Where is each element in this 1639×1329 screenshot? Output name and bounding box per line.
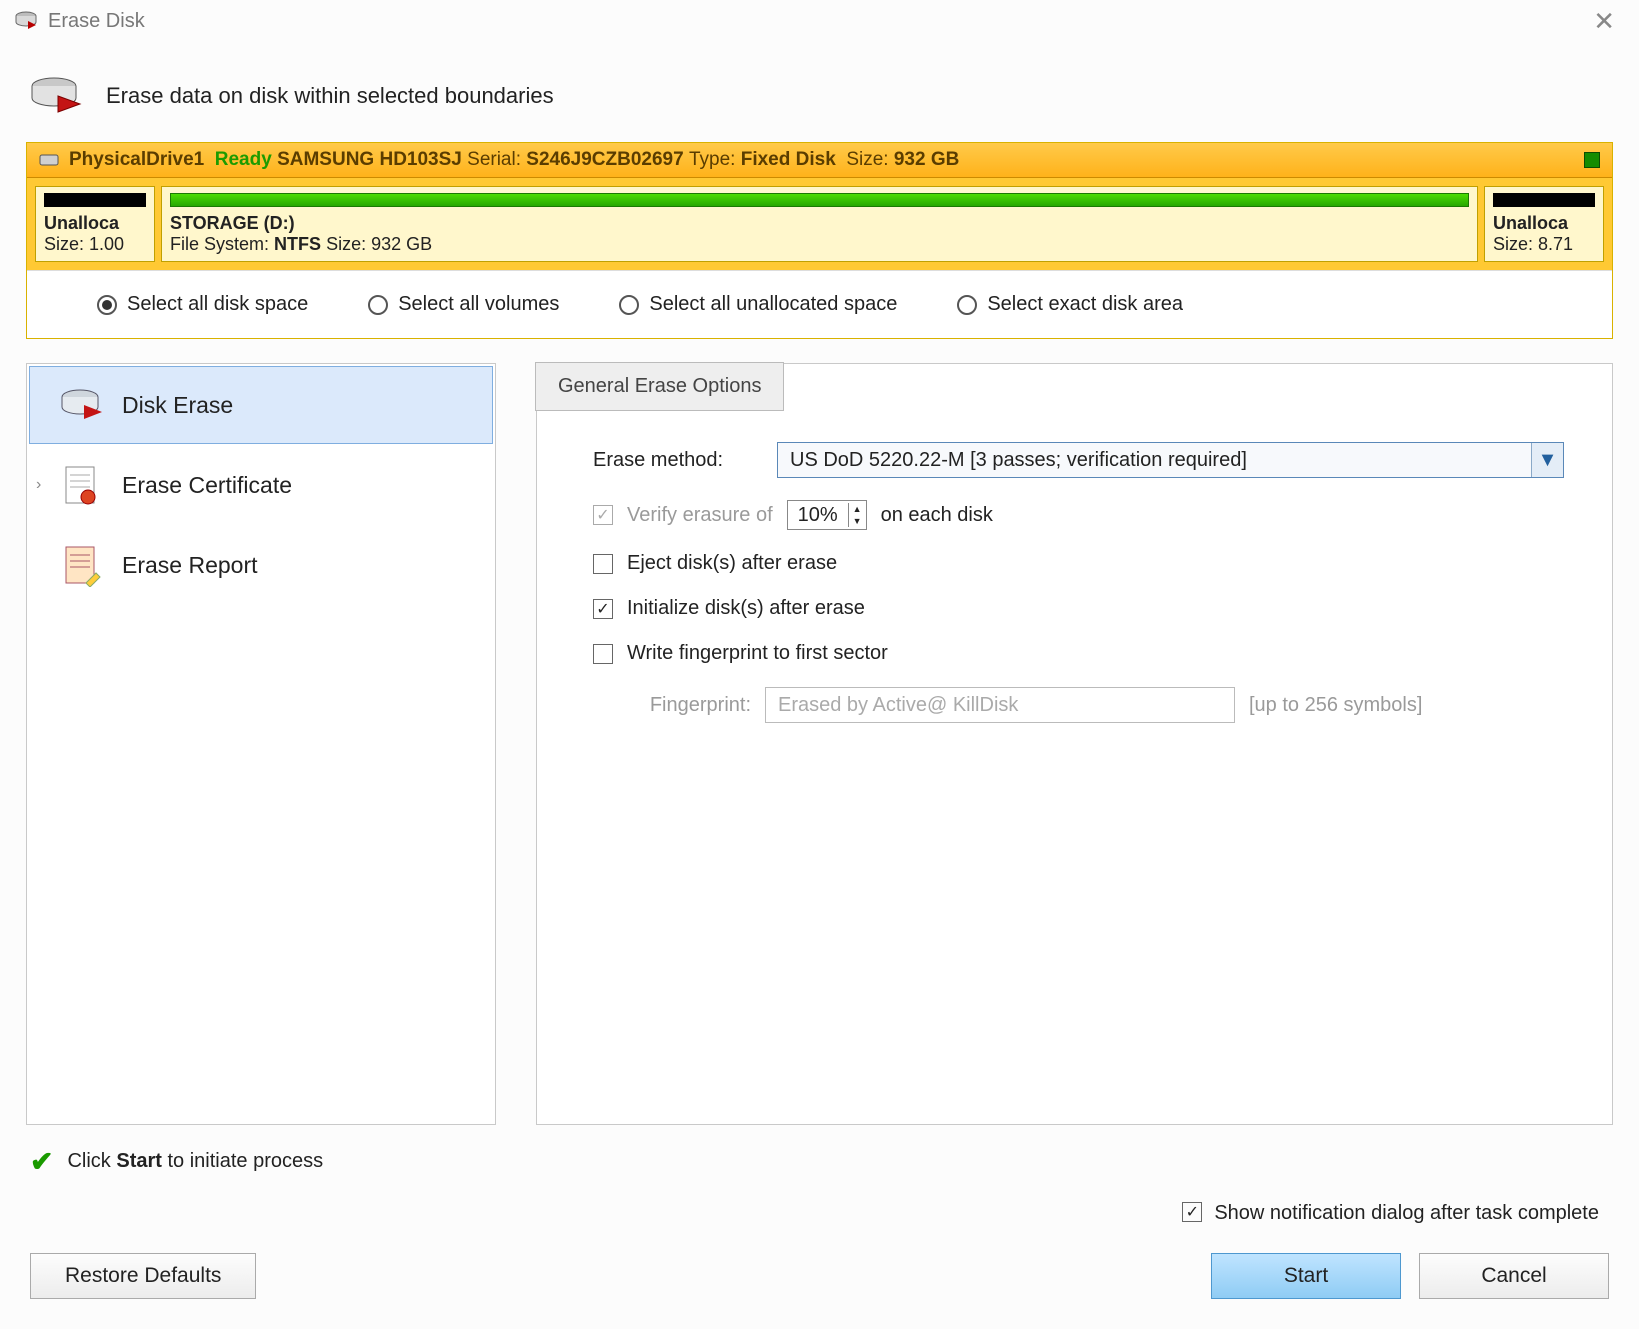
eject-label: Eject disk(s) after erase bbox=[627, 552, 837, 575]
sidebar-item-label: Disk Erase bbox=[122, 392, 233, 419]
disk-erase-large-icon bbox=[28, 72, 84, 120]
row-erase-method: Erase method: US DoD 5220.22-M [3 passes… bbox=[593, 442, 1564, 478]
verify-percent-value: 10% bbox=[788, 504, 848, 527]
chevron-right-icon: › bbox=[36, 476, 41, 494]
drive-size: 932 GB bbox=[894, 149, 959, 171]
report-icon bbox=[58, 543, 106, 587]
drive-status: Ready bbox=[215, 149, 272, 171]
spinner-buttons: ▲▼ bbox=[848, 503, 866, 527]
sidebar: Disk Erase › Erase Certificate Erase Rep… bbox=[26, 363, 496, 1125]
close-button[interactable]: ✕ bbox=[1583, 2, 1625, 41]
cancel-button[interactable]: Cancel bbox=[1419, 1253, 1609, 1299]
partition-name: Unalloca bbox=[44, 213, 146, 234]
notify-checkbox[interactable]: ✓ bbox=[1182, 1202, 1202, 1222]
erase-disk-dialog: Erase Disk ✕ Erase data on disk within s… bbox=[0, 0, 1639, 1329]
drive-indicator-icon bbox=[1584, 152, 1600, 168]
mid-area: Disk Erase › Erase Certificate Erase Rep… bbox=[0, 339, 1639, 1125]
partition-bar bbox=[170, 193, 1469, 207]
chevron-down-icon: ▼ bbox=[1531, 443, 1563, 477]
partition-size: Size: 1.00 bbox=[44, 234, 146, 255]
partition-size: Size: 8.71 bbox=[1493, 234, 1595, 255]
sidebar-item-label: Erase Report bbox=[122, 552, 258, 579]
radio-all-disk-space[interactable]: Select all disk space bbox=[97, 293, 308, 316]
subtitle-text: Erase data on disk within selected bound… bbox=[106, 83, 554, 109]
serial-label: Serial: bbox=[467, 149, 521, 171]
partition-name: STORAGE (D:) bbox=[170, 213, 1469, 234]
restore-defaults-button[interactable]: Restore Defaults bbox=[30, 1253, 256, 1299]
drive-name: PhysicalDrive1 bbox=[69, 149, 204, 171]
disk-icon bbox=[39, 152, 59, 168]
verify-tail: on each disk bbox=[881, 504, 993, 527]
notify-row: ✓ Show notification dialog after task co… bbox=[0, 1198, 1639, 1243]
partition-storage-d[interactable]: STORAGE (D:) File System: NTFS Size: 932… bbox=[161, 186, 1478, 262]
notify-label: Show notification dialog after task comp… bbox=[1214, 1202, 1599, 1225]
drive-serial: S246J9CZB02697 bbox=[526, 149, 683, 171]
verify-percent-spinner[interactable]: 10% ▲▼ bbox=[787, 500, 867, 530]
sidebar-item-disk-erase[interactable]: Disk Erase bbox=[29, 366, 493, 444]
partition-bar bbox=[1493, 193, 1595, 207]
tab-general-erase-options[interactable]: General Erase Options bbox=[535, 362, 784, 411]
size-label: Size: bbox=[846, 149, 888, 171]
sidebar-item-erase-report[interactable]: Erase Report bbox=[29, 526, 493, 604]
fingerprint-input[interactable]: Erased by Active@ KillDisk bbox=[765, 687, 1235, 723]
certificate-icon bbox=[58, 463, 106, 507]
radio-icon bbox=[368, 295, 388, 315]
radio-all-unallocated[interactable]: Select all unallocated space bbox=[619, 293, 897, 316]
partition-map: Unalloca Size: 1.00 STORAGE (D:) File Sy… bbox=[27, 178, 1612, 270]
start-hint: ✔ Click Start to initiate process bbox=[0, 1125, 1639, 1198]
disk-erase-icon bbox=[58, 383, 106, 427]
hint-text: Click Start to initiate process bbox=[67, 1150, 323, 1173]
row-fingerprint-text: Fingerprint: Erased by Active@ KillDisk … bbox=[621, 687, 1564, 723]
verify-label: Verify erasure of bbox=[627, 504, 773, 527]
fingerprint-label: Write fingerprint to first sector bbox=[627, 642, 888, 665]
partition-bar bbox=[44, 193, 146, 207]
window-title: Erase Disk bbox=[48, 10, 145, 33]
options-body: Erase method: US DoD 5220.22-M [3 passes… bbox=[537, 364, 1612, 775]
drive-header: PhysicalDrive1 Ready SAMSUNG HD103SJ Ser… bbox=[27, 143, 1612, 178]
initialize-checkbox[interactable]: ✓ bbox=[593, 599, 613, 619]
options-panel: General Erase Options Erase method: US D… bbox=[536, 363, 1613, 1125]
start-button[interactable]: Start bbox=[1211, 1253, 1401, 1299]
drive-panel: PhysicalDrive1 Ready SAMSUNG HD103SJ Ser… bbox=[26, 142, 1613, 339]
radio-icon bbox=[957, 295, 977, 315]
row-fingerprint: Write fingerprint to first sector bbox=[593, 642, 1564, 665]
selection-mode-row: Select all disk space Select all volumes… bbox=[27, 270, 1612, 338]
eject-checkbox[interactable] bbox=[593, 554, 613, 574]
initialize-label: Initialize disk(s) after erase bbox=[627, 597, 865, 620]
type-label: Type: bbox=[689, 149, 735, 171]
radio-icon bbox=[619, 295, 639, 315]
disk-erase-icon bbox=[14, 9, 38, 33]
fingerprint-field-label: Fingerprint: bbox=[621, 694, 751, 717]
verify-checkbox: ✓ bbox=[593, 505, 613, 525]
fingerprint-hint: [up to 256 symbols] bbox=[1249, 694, 1422, 717]
partition-details: File System: NTFS Size: 932 GB bbox=[170, 234, 1469, 255]
subtitle-row: Erase data on disk within selected bound… bbox=[0, 42, 1639, 142]
sidebar-item-label: Erase Certificate bbox=[122, 472, 292, 499]
erase-method-select[interactable]: US DoD 5220.22-M [3 passes; verification… bbox=[777, 442, 1564, 478]
row-eject: Eject disk(s) after erase bbox=[593, 552, 1564, 575]
radio-all-volumes[interactable]: Select all volumes bbox=[368, 293, 559, 316]
drive-type: Fixed Disk bbox=[741, 149, 836, 171]
radio-exact-area[interactable]: Select exact disk area bbox=[957, 293, 1183, 316]
sidebar-item-erase-certificate[interactable]: › Erase Certificate bbox=[29, 446, 493, 524]
erase-method-value: US DoD 5220.22-M [3 passes; verification… bbox=[778, 449, 1531, 472]
button-row: Restore Defaults Start Cancel bbox=[0, 1243, 1639, 1329]
row-verify-erasure: ✓ Verify erasure of 10% ▲▼ on each disk bbox=[593, 500, 1564, 530]
partition-unallocated-2[interactable]: Unalloca Size: 8.71 bbox=[1484, 186, 1604, 262]
checkmark-icon: ✔ bbox=[30, 1145, 53, 1178]
fingerprint-checkbox[interactable] bbox=[593, 644, 613, 664]
titlebar: Erase Disk ✕ bbox=[0, 0, 1639, 42]
partition-name: Unalloca bbox=[1493, 213, 1595, 234]
row-initialize: ✓ Initialize disk(s) after erase bbox=[593, 597, 1564, 620]
erase-method-label: Erase method: bbox=[593, 449, 763, 472]
drive-model: SAMSUNG HD103SJ bbox=[277, 149, 462, 171]
radio-icon bbox=[97, 295, 117, 315]
partition-unallocated-1[interactable]: Unalloca Size: 1.00 bbox=[35, 186, 155, 262]
